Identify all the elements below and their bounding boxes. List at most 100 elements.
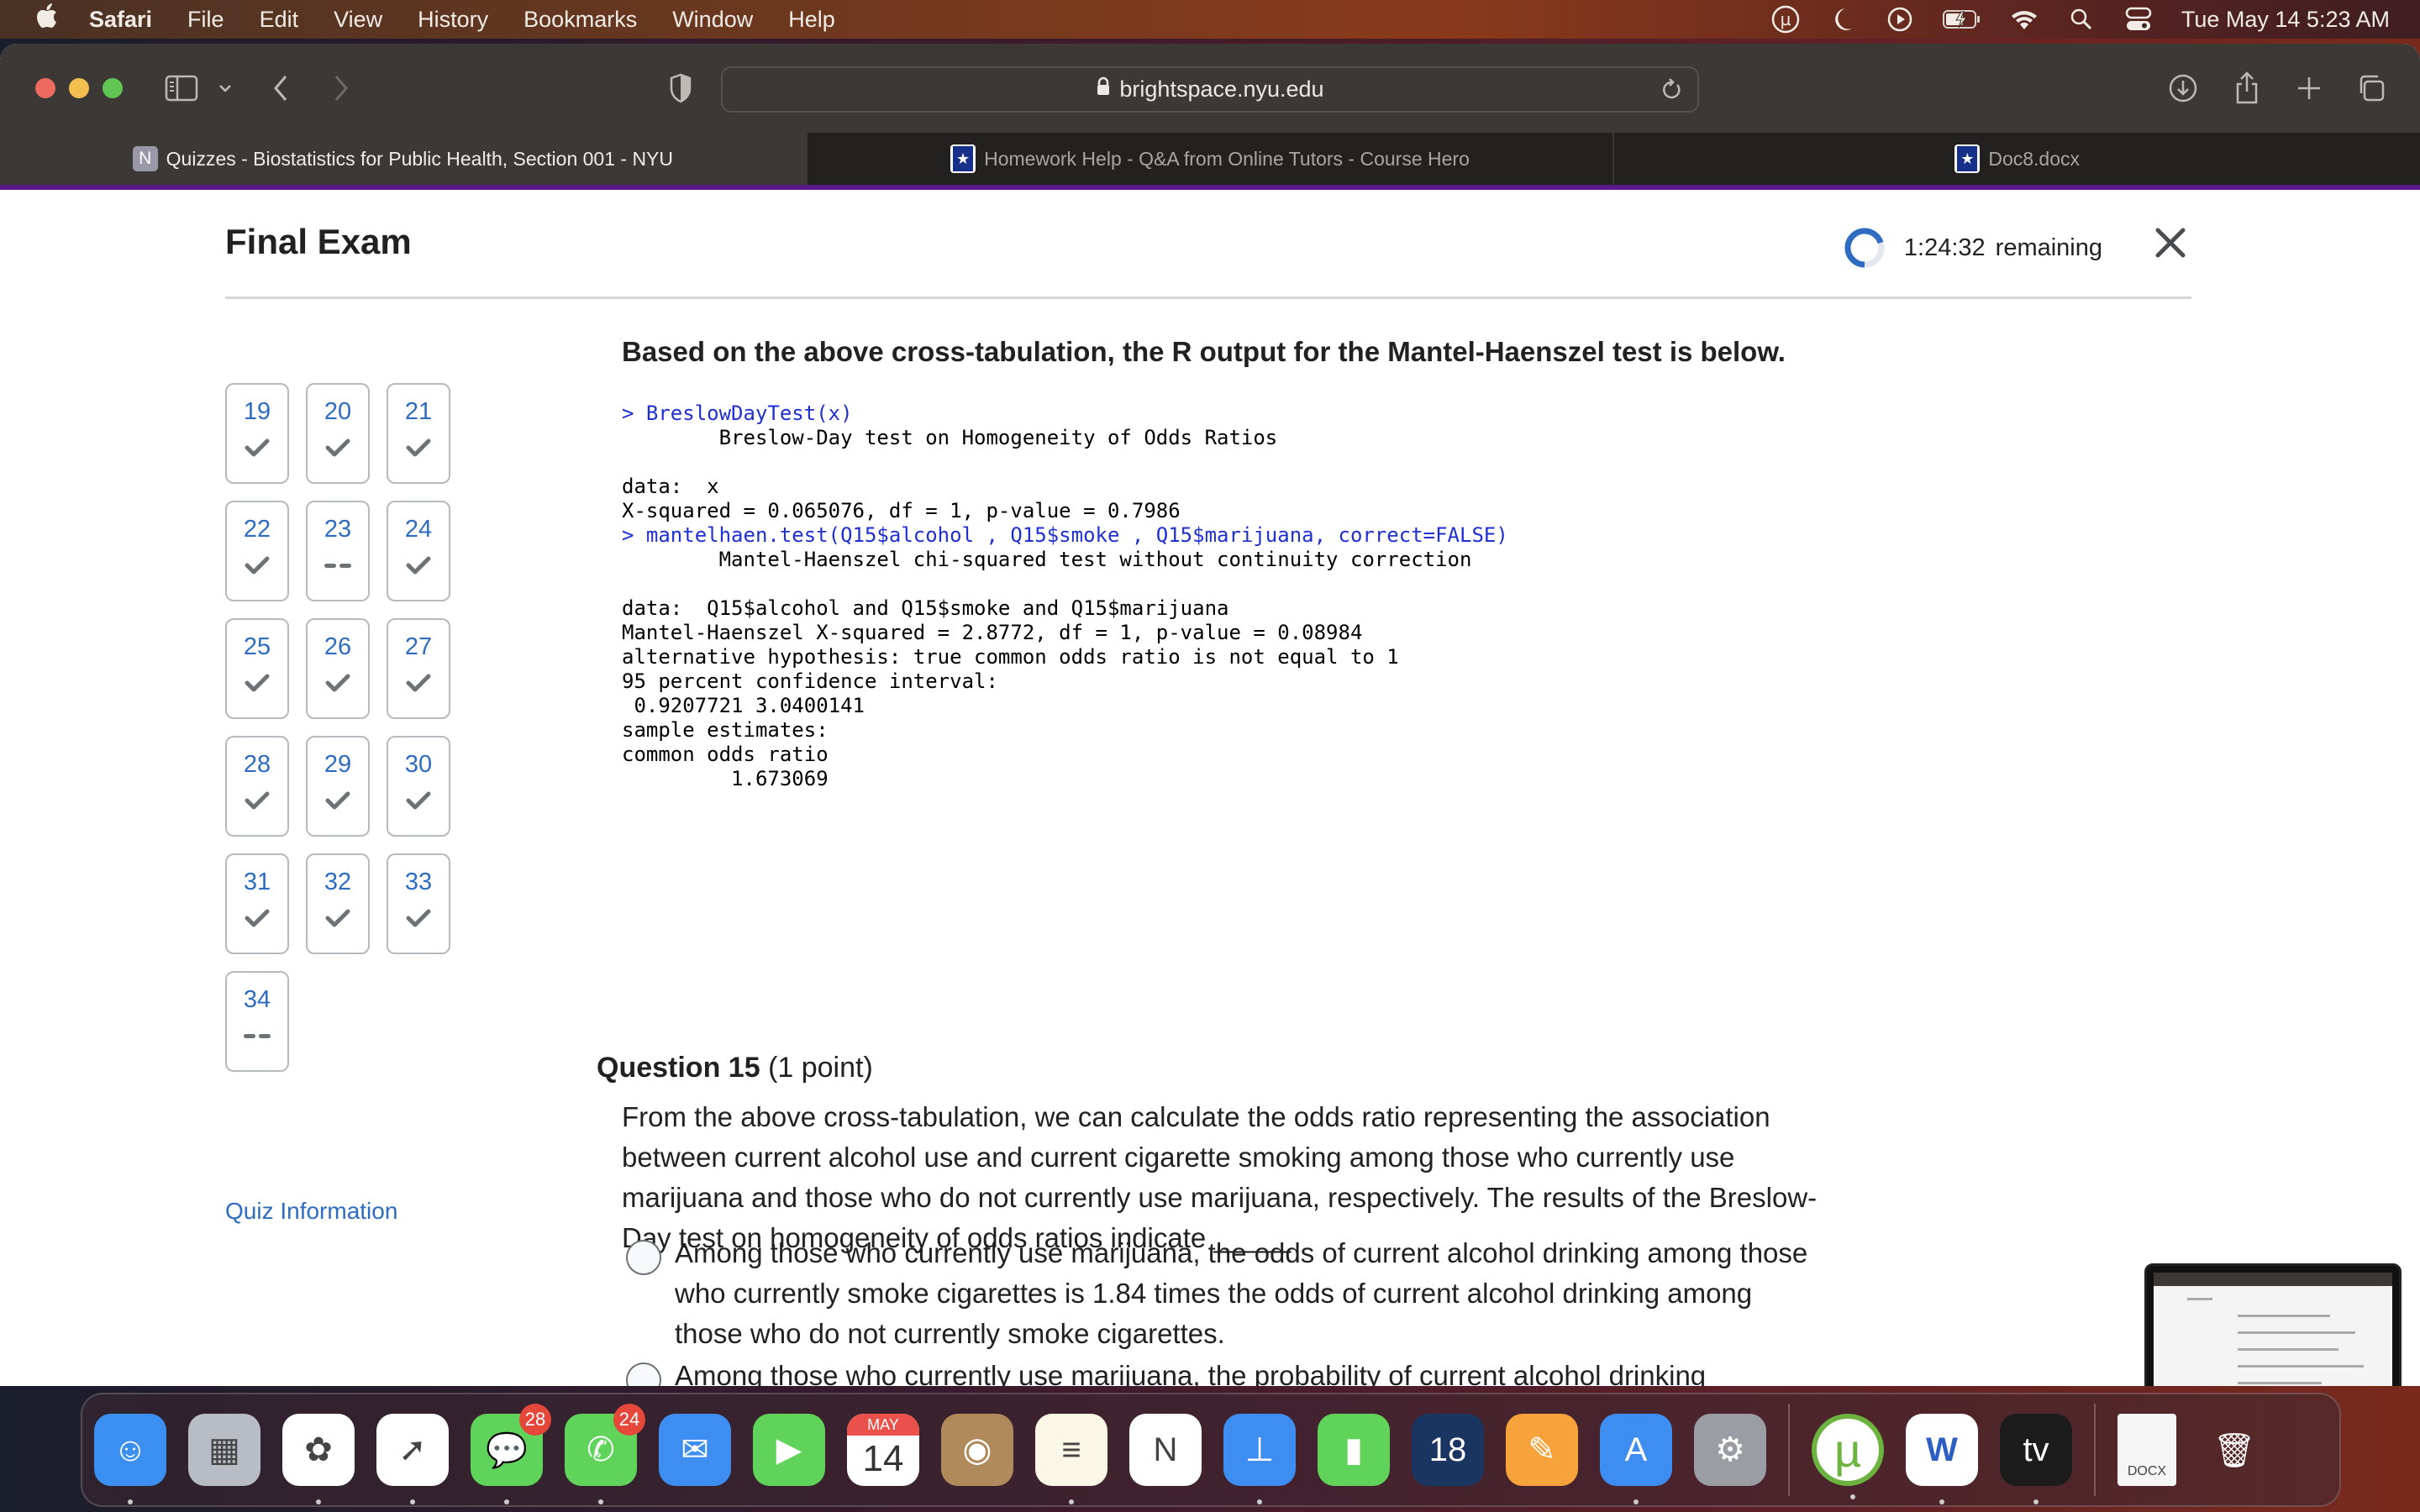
- screenshot-thumbnail-preview[interactable]: [2144, 1263, 2402, 1386]
- dock-glyph: 18: [1428, 1431, 1467, 1468]
- dock-whatsapp-icon[interactable]: ✆ 24: [565, 1404, 645, 1504]
- wifi-icon[interactable]: [2010, 5, 2039, 34]
- back-button[interactable]: [266, 67, 296, 109]
- apple-menu-icon[interactable]: [30, 3, 64, 35]
- dock-apple-tv-icon[interactable]: tv: [2000, 1414, 2072, 1504]
- dock-word-icon[interactable]: W: [1906, 1414, 1978, 1504]
- question-nav-cell[interactable]: 33: [387, 853, 450, 954]
- question-nav-cell[interactable]: 20: [306, 383, 370, 484]
- reload-icon[interactable]: [1660, 76, 1682, 109]
- answer-option[interactable]: Among those who currently use marijuana,…: [626, 1233, 1819, 1354]
- battery-charging-icon[interactable]: [1942, 5, 1981, 34]
- question-nav-cell[interactable]: 19: [225, 383, 289, 484]
- dock-facetime-icon[interactable]: ▶: [753, 1414, 825, 1486]
- dock-notes-icon[interactable]: ≡: [1035, 1414, 1107, 1504]
- sidebar-toggle-icon[interactable]: [163, 67, 200, 109]
- dock-contacts-icon[interactable]: ◉: [941, 1414, 1013, 1486]
- tab-overview-icon[interactable]: [2354, 67, 2388, 109]
- control-center-icon[interactable]: [2124, 5, 2153, 34]
- tab-quizzes[interactable]: N Quizzes - Biostatistics for Public Hea…: [0, 133, 808, 185]
- menubar-clock[interactable]: Tue May 14 5:23 AM: [2181, 7, 2390, 33]
- dock-glyph: 🗑: [2212, 1431, 2256, 1469]
- window-controls: [35, 78, 123, 98]
- dock-mail-icon[interactable]: ✉: [659, 1414, 731, 1486]
- dock-messages-icon[interactable]: 💬 28: [471, 1404, 551, 1504]
- checkmark-icon: [245, 553, 270, 578]
- minimize-window-button[interactable]: [69, 78, 89, 98]
- dock-glyph: W: [1926, 1431, 1958, 1468]
- timer-value: 1:24:32: [1903, 234, 1986, 261]
- course-hero-favicon-icon: ★: [950, 144, 976, 173]
- checkmark-icon: [325, 435, 350, 460]
- dock-numbers-icon[interactable]: ▮: [1318, 1414, 1390, 1486]
- browser-toolbar: brightspace.nyu.edu: [0, 44, 2420, 133]
- spotlight-search-icon[interactable]: [2067, 5, 2096, 34]
- dock-finder-icon[interactable]: ☺: [94, 1414, 166, 1504]
- dock-trash-icon[interactable]: 🗑: [2198, 1414, 2270, 1486]
- menu-window[interactable]: Window: [672, 7, 753, 33]
- question-nav-cell[interactable]: 34: [225, 971, 289, 1072]
- dock-glyph: N: [1153, 1431, 1178, 1468]
- menu-history[interactable]: History: [418, 7, 488, 33]
- question-nav-cell[interactable]: 26: [306, 618, 370, 719]
- menu-view[interactable]: View: [334, 7, 382, 33]
- answer-option[interactable]: Among those who currently use marijuana,…: [626, 1356, 1819, 1386]
- forward-button[interactable]: [326, 67, 356, 109]
- close-exam-button[interactable]: [2149, 222, 2191, 264]
- question-nav-cell[interactable]: 30: [387, 736, 450, 837]
- checkmark-icon: [245, 670, 270, 696]
- dock-news-icon[interactable]: N: [1129, 1414, 1202, 1486]
- moon-icon[interactable]: [1828, 5, 1857, 34]
- privacy-shield-icon[interactable]: [664, 67, 697, 109]
- utorrent-icon[interactable]: µ: [1771, 5, 1800, 34]
- tab-doc8[interactable]: ★ Doc8.docx: [1614, 133, 2420, 185]
- dock-photos-icon[interactable]: ✿: [282, 1414, 355, 1504]
- question-nav-cell[interactable]: 27: [387, 618, 450, 719]
- question-nav-cell[interactable]: 21: [387, 383, 450, 484]
- dock-keynote-icon[interactable]: ⊥: [1223, 1414, 1296, 1504]
- question-nav-cell[interactable]: 32: [306, 853, 370, 954]
- quiz-information-link[interactable]: Quiz Information: [225, 1198, 397, 1225]
- new-tab-plus-icon[interactable]: [2292, 67, 2326, 109]
- question-nav-cell[interactable]: 29: [306, 736, 370, 837]
- menu-help[interactable]: Help: [788, 7, 835, 33]
- notification-badge: 28: [519, 1404, 551, 1436]
- option-text: Among those who currently use marijuana,…: [675, 1360, 1707, 1386]
- play-circle-icon[interactable]: [1886, 5, 1914, 34]
- menu-bookmarks[interactable]: Bookmarks: [523, 7, 637, 33]
- menu-file[interactable]: File: [187, 7, 224, 33]
- dock-glyph: ▶: [776, 1431, 802, 1468]
- dock-docx-file-icon[interactable]: DOCX: [2118, 1414, 2176, 1486]
- dock-safari-icon[interactable]: ➚: [376, 1414, 449, 1504]
- fullscreen-window-button[interactable]: [103, 78, 123, 98]
- question-nav-cell[interactable]: 31: [225, 853, 289, 954]
- r-output-breslow: Breslow-Day test on Homogeneity of Odds …: [622, 426, 1278, 522]
- question-nav-cell[interactable]: 23: [306, 501, 370, 601]
- timer-suffix: remaining: [1995, 234, 2102, 261]
- dock-calendar-icon[interactable]: MAY 14: [847, 1414, 919, 1486]
- radio-button[interactable]: [626, 1240, 661, 1275]
- dock-mosaic-icon[interactable]: 18: [1412, 1414, 1484, 1486]
- menu-app-name[interactable]: Safari: [89, 7, 152, 33]
- tab-course-hero[interactable]: ★ Homework Help - Q&A from Online Tutors…: [808, 133, 1615, 185]
- address-bar[interactable]: brightspace.nyu.edu: [721, 66, 1699, 113]
- dock-utorrent-icon[interactable]: µ: [1812, 1414, 1884, 1499]
- dock-app-store-icon[interactable]: A: [1600, 1414, 1672, 1504]
- menu-edit[interactable]: Edit: [260, 7, 299, 33]
- question-nav-cell[interactable]: 24: [387, 501, 450, 601]
- dock-launchpad-icon[interactable]: ▦: [188, 1414, 260, 1486]
- question-nav-cell[interactable]: 22: [225, 501, 289, 601]
- share-icon[interactable]: [2230, 67, 2264, 109]
- radio-button[interactable]: [626, 1362, 661, 1386]
- close-window-button[interactable]: [35, 78, 55, 98]
- question-number: 32: [324, 869, 352, 895]
- dock-pages-icon[interactable]: ✎: [1506, 1414, 1578, 1486]
- downloads-icon[interactable]: [2166, 67, 2200, 109]
- sidebar-menu-chevron-down-icon[interactable]: [215, 67, 235, 109]
- dock-system-preferences-icon[interactable]: ⚙: [1694, 1414, 1766, 1486]
- unanswered-dash-icon: [244, 1023, 271, 1048]
- unanswered-dash-icon: [244, 318, 271, 343]
- question-nav-cell[interactable]: 25: [225, 618, 289, 719]
- dock-glyph: ✉: [681, 1431, 709, 1468]
- question-nav-cell[interactable]: 28: [225, 736, 289, 837]
